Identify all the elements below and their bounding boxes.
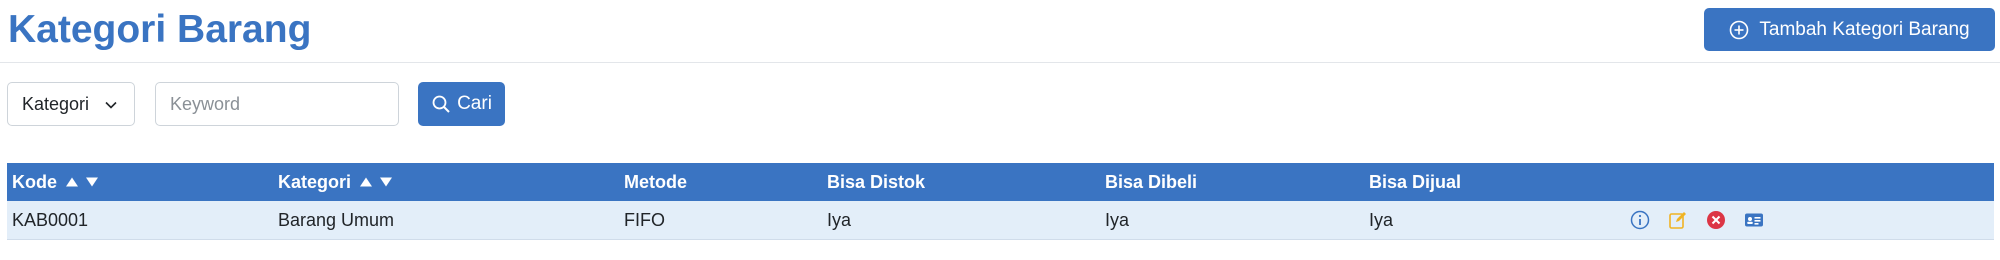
add-category-button-label: Tambah Kategori Barang [1759,18,1970,40]
category-filter-select[interactable]: Kategori [7,82,135,126]
column-header-kategori: Kategori [278,163,393,201]
sort-up-icon[interactable] [65,176,79,188]
category-table: Kode Kategori Metode Bisa Distok Bisa Di… [7,163,1994,240]
column-header-bisa-dijual: Bisa Dijual [1369,171,1462,192]
cell-bisa-dijual: Iya [1369,209,1394,230]
keyword-input[interactable] [155,82,399,126]
info-icon[interactable] [1630,210,1650,230]
column-header-bisa-distok: Bisa Distok [827,171,926,192]
sort-down-icon[interactable] [379,176,393,188]
column-header-metode: Metode [624,171,687,192]
cell-metode: FIFO [624,209,665,230]
search-button-label: Cari [457,93,492,114]
header-divider [0,62,2000,63]
table-row: KAB0001 Barang Umum FIFO Iya Iya Iya [7,201,1994,240]
column-header-kode: Kode [12,163,99,201]
add-category-button[interactable]: Tambah Kategori Barang [1704,8,1995,51]
cell-bisa-distok: Iya [827,209,852,230]
column-header-label: Kategori [278,171,352,192]
page-title: Kategori Barang [8,8,312,51]
id-card-icon[interactable] [1744,210,1764,230]
cell-kategori: Barang Umum [278,209,395,230]
column-header-label: Kode [12,171,57,192]
edit-icon[interactable] [1668,210,1688,230]
search-icon [431,94,451,114]
column-header-bisa-dibeli: Bisa Dibeli [1105,171,1198,192]
chevron-down-icon [104,96,118,110]
delete-icon[interactable] [1706,210,1726,230]
sort-up-icon[interactable] [359,176,373,188]
cell-kode: KAB0001 [12,209,89,230]
plus-circle-icon [1729,20,1749,40]
category-filter-value: Kategori [22,93,90,114]
row-actions [1630,201,1764,239]
search-button[interactable]: Cari [418,82,505,126]
cell-bisa-dibeli: Iya [1105,209,1130,230]
sort-down-icon[interactable] [85,176,99,188]
table-header: Kode Kategori Metode Bisa Distok Bisa Di… [7,163,1994,201]
